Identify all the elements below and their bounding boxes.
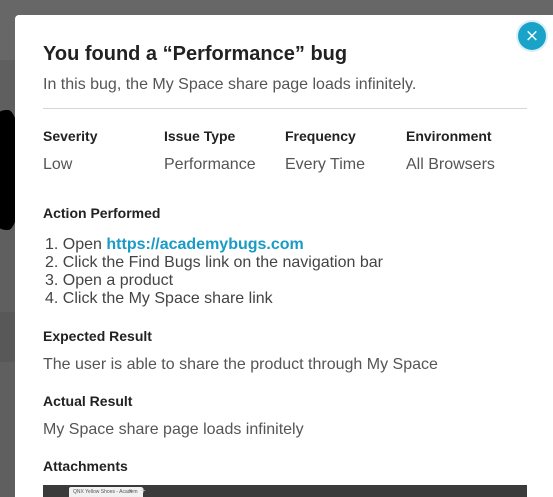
attachments-heading: Attachments (43, 458, 128, 474)
meta-value: Low (43, 156, 73, 173)
step-text: Click the My Space share link (62, 290, 273, 307)
action-performed-heading: Action Performed (43, 205, 161, 221)
step-text: Click the Find Bugs link on the navigati… (62, 254, 383, 271)
list-item: 4. Click the My Space share link (45, 290, 383, 308)
modal-subtitle: In this bug, the My Space share page loa… (43, 76, 417, 93)
meta-severity: Severity Low (43, 128, 97, 174)
step-text: Open a product (62, 272, 174, 289)
meta-issue-type: Issue Type Performance (164, 128, 256, 174)
steps-list: 1. Open https://academybugs.com 2. Click… (45, 236, 383, 308)
window-controls (46, 489, 64, 497)
list-item: 1. Open https://academybugs.com (45, 236, 383, 254)
meta-label: Issue Type (164, 128, 236, 144)
divider (43, 108, 527, 109)
meta-frequency: Frequency Every Time (285, 128, 365, 174)
academybugs-link[interactable]: https://academybugs.com (106, 236, 303, 253)
step-number: 1. (45, 236, 59, 253)
step-number: 3. (45, 272, 59, 289)
close-icon: × (524, 26, 540, 46)
modal-title: You found a “Performance” bug (43, 43, 348, 65)
expected-result-text: The user is able to share the product th… (43, 356, 438, 373)
meta-label: Severity (43, 128, 98, 144)
expected-result-heading: Expected Result (43, 328, 152, 344)
step-number: 2. (45, 254, 59, 271)
step-text: Open (62, 236, 107, 253)
new-tab-icon: + (141, 486, 146, 495)
actual-result-text: My Space share page loads infinitely (43, 421, 304, 438)
meta-value: All Browsers (406, 156, 495, 173)
meta-label: Frequency (285, 128, 356, 144)
meta-value: Every Time (285, 156, 366, 173)
attachment-screenshot-thumbnail[interactable]: QNX Yellow Shoes - Academ × + (43, 485, 527, 497)
actual-result-heading: Actual Result (43, 393, 133, 409)
list-item: 2. Click the Find Bugs link on the navig… (45, 254, 383, 272)
meta-value: Performance (164, 156, 256, 173)
bug-details-modal: You found a “Performance” bug In this bu… (15, 15, 553, 497)
close-modal-button[interactable]: × (518, 22, 546, 50)
meta-environment: Environment All Browsers (406, 128, 495, 174)
meta-label: Environment (406, 128, 492, 144)
list-item: 3. Open a product (45, 272, 383, 290)
step-number: 4. (45, 290, 59, 307)
tab-close-icon: × (129, 489, 133, 495)
